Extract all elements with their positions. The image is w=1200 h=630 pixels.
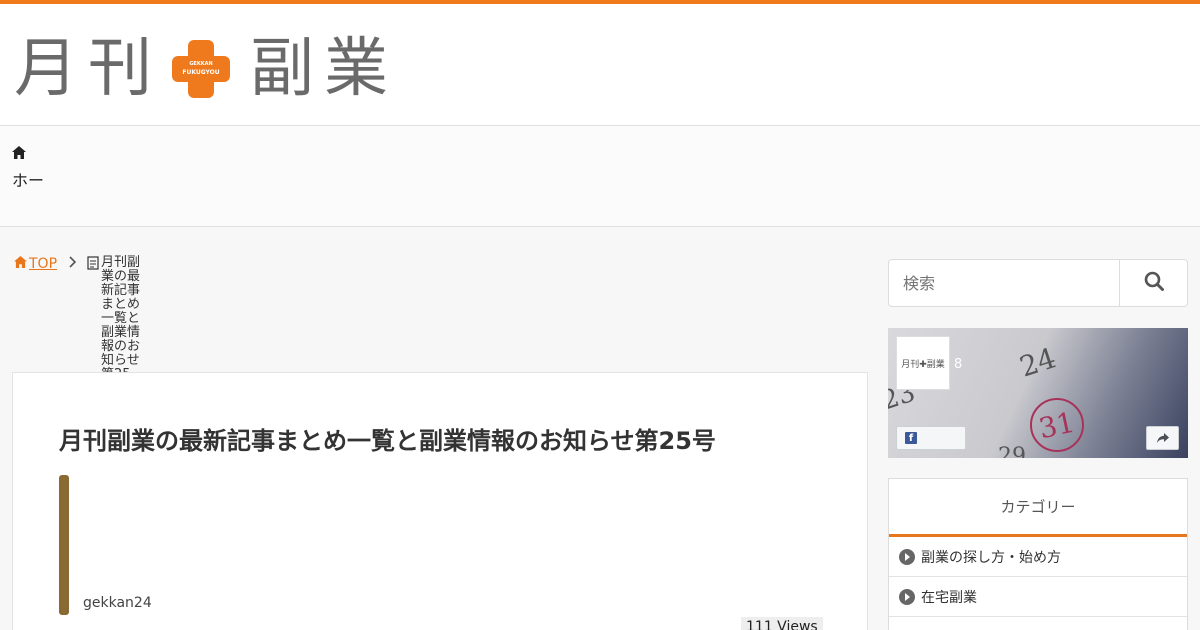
home-icon xyxy=(12,146,26,163)
logo-text-left: 月刊 xyxy=(14,32,162,106)
category-widget-title: カテゴリー xyxy=(889,479,1187,537)
calendar-number: 31 xyxy=(1036,405,1078,445)
search-input[interactable] xyxy=(889,260,1119,306)
nav-item-home[interactable]: ホー xyxy=(12,144,52,191)
calendar-number: 24 xyxy=(1015,341,1060,384)
site-header: 月刊 GEKKAN FUKUGYOU 副業 xyxy=(0,4,1200,126)
article-card: 月刊副業の最新記事まとめ一覧と副業情報のお知らせ第25号 gekkan24 11… xyxy=(12,372,868,630)
share-icon xyxy=(1156,429,1170,448)
document-icon xyxy=(87,256,99,274)
author-name[interactable]: gekkan24 xyxy=(83,595,152,611)
logo-text-right: 副業 xyxy=(250,32,398,106)
circle-arrow-icon xyxy=(899,588,915,605)
fb-avatar-text: 月刊✚副業 xyxy=(901,359,945,370)
facebook-icon: f xyxy=(905,432,917,444)
facebook-page-widget[interactable]: 24 23 31 29 月刊✚副業 8 f xyxy=(888,328,1188,458)
breadcrumb-top-link[interactable]: TOP xyxy=(14,256,57,272)
fb-share-button[interactable] xyxy=(1146,426,1179,450)
search-icon xyxy=(1144,271,1164,295)
category-item[interactable]: 副業の探し方・始め方 xyxy=(889,537,1187,577)
global-nav: ホー xyxy=(0,126,1200,227)
circle-arrow-icon xyxy=(899,548,915,565)
category-item-label: 副業の探し方・始め方 xyxy=(921,549,1061,566)
chevron-right-icon xyxy=(69,256,77,272)
fb-like-count: 8 xyxy=(954,357,963,372)
nav-home-label: ホー xyxy=(12,171,45,190)
site-logo[interactable]: 月刊 GEKKAN FUKUGYOU 副業 xyxy=(14,34,398,104)
fb-like-button[interactable]: f xyxy=(896,426,966,450)
author-accent-bar xyxy=(59,475,69,615)
category-widget: カテゴリー 副業の探し方・始め方 在宅副業 xyxy=(888,478,1188,630)
view-count: 111 Views xyxy=(741,617,823,630)
calendar-circle: 31 xyxy=(1030,398,1084,452)
search-form xyxy=(888,259,1188,307)
search-button[interactable] xyxy=(1119,260,1187,306)
category-item[interactable]: 在宅副業 xyxy=(889,577,1187,617)
logo-cross-top-text: GEKKAN xyxy=(189,61,213,67)
calendar-number: 29 xyxy=(998,444,1026,458)
fb-page-avatar[interactable]: 月刊✚副業 xyxy=(896,336,950,390)
article-title: 月刊副業の最新記事まとめ一覧と副業情報のお知らせ第25号 xyxy=(59,427,716,455)
home-icon xyxy=(14,256,27,272)
category-item-label: 在宅副業 xyxy=(921,589,977,606)
breadcrumb-top-label: TOP xyxy=(29,256,58,272)
logo-cross-bottom-text: FUKUGYOU xyxy=(182,69,220,76)
logo-cross-icon: GEKKAN FUKUGYOU xyxy=(172,40,230,98)
